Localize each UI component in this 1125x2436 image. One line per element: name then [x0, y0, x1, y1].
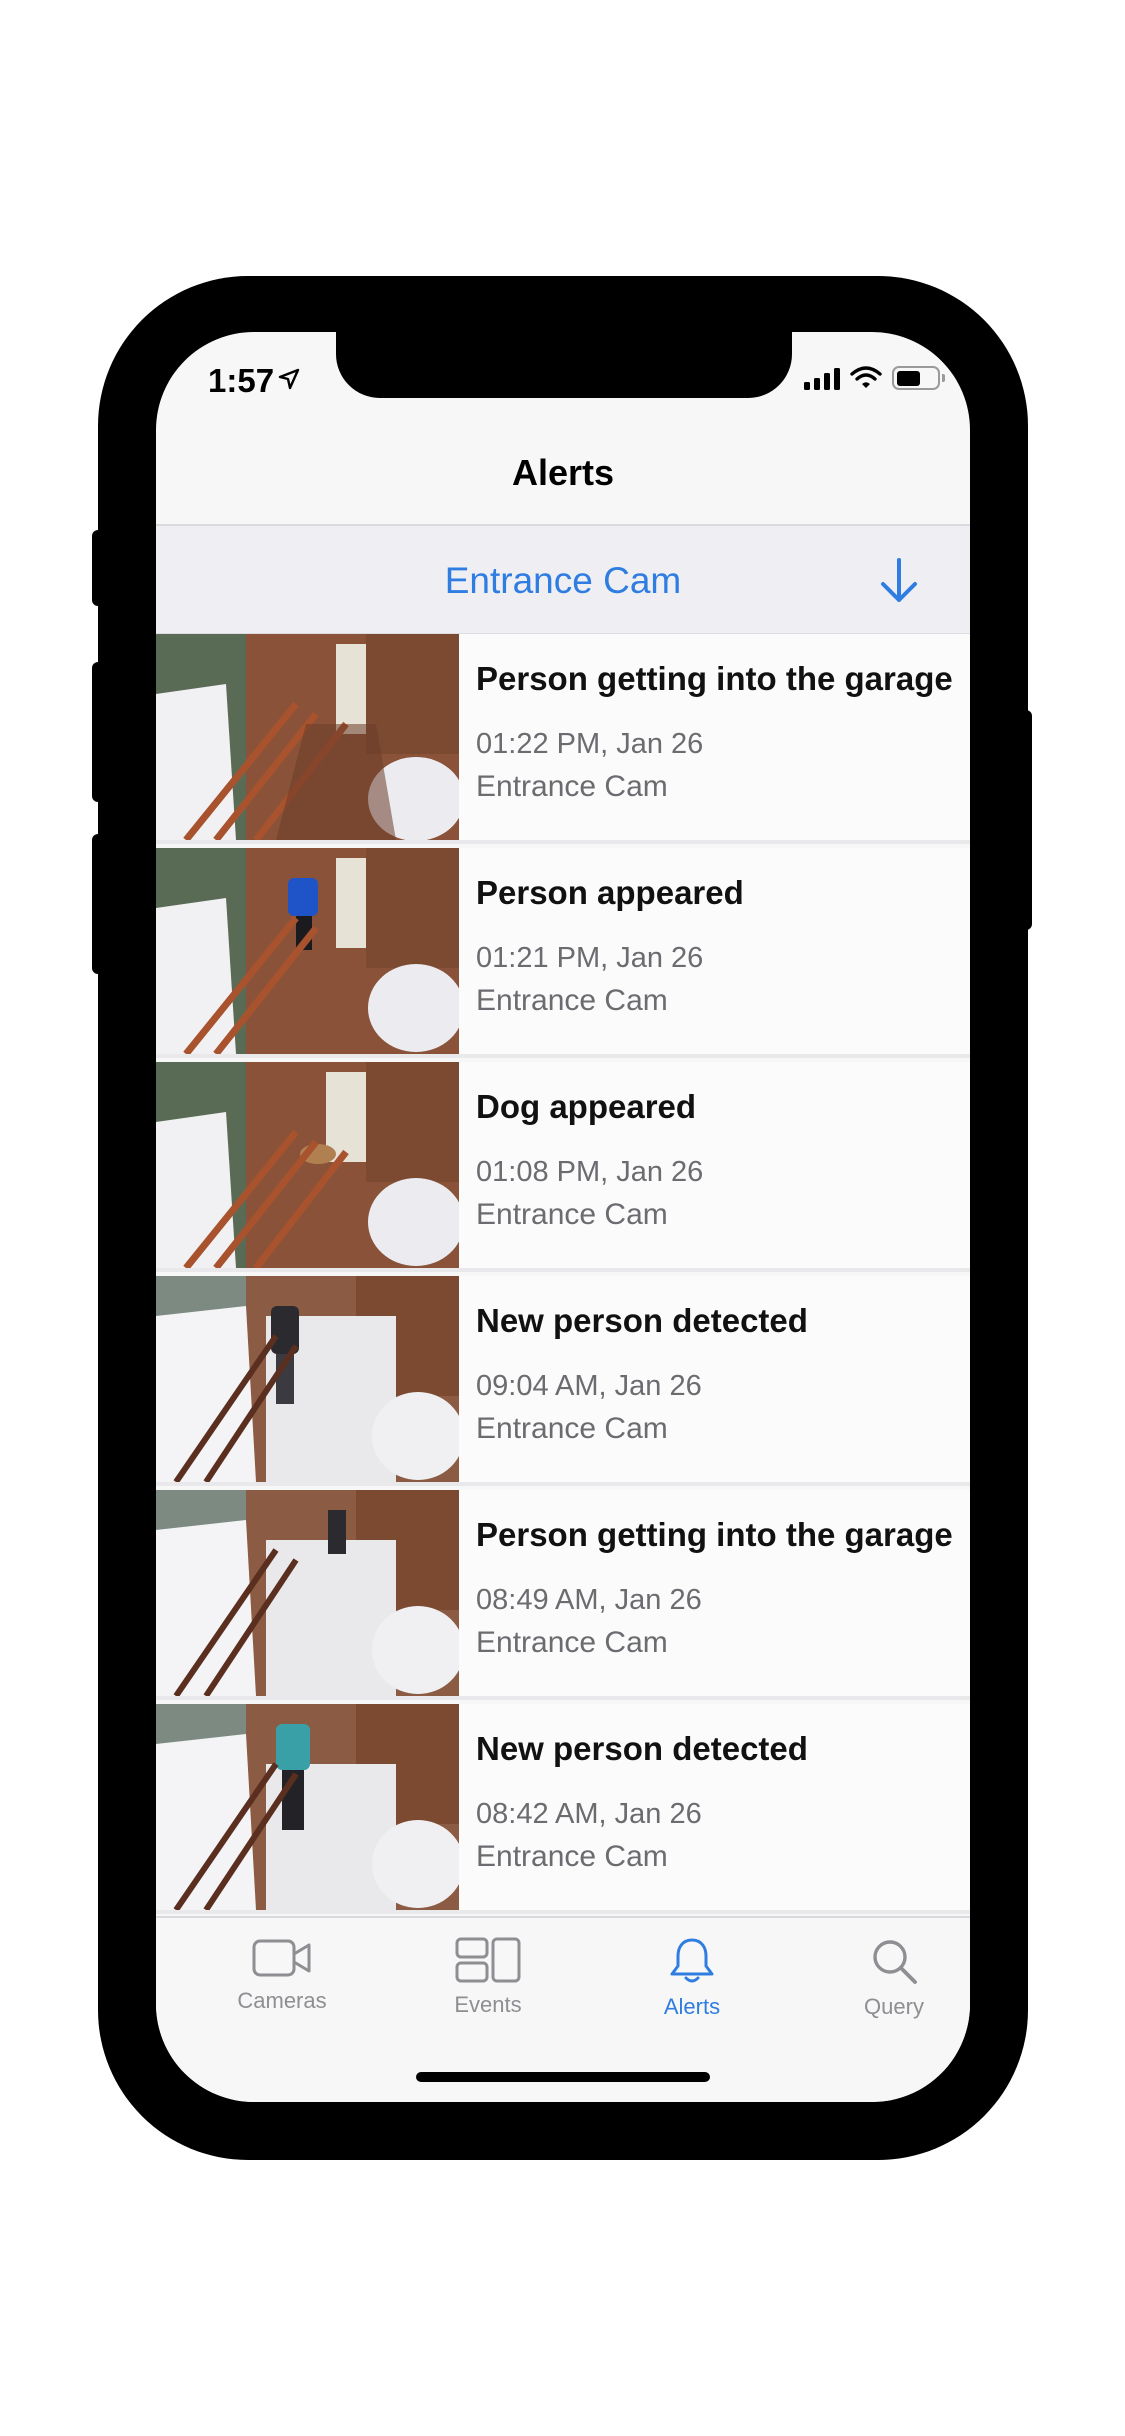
alert-row[interactable]: Person appeared 01:21 PM, Jan 26 Entranc… [156, 848, 970, 1058]
tab-label: Query [864, 1994, 924, 2019]
events-grid-icon [455, 1937, 521, 1983]
phone-screen: 1:57 Alerts Entrance Cam Person getting … [156, 332, 970, 2102]
alert-row[interactable]: New person detected 09:04 AM, Jan 26 Ent… [156, 1276, 970, 1486]
alert-time: 09:04 AM, Jan 26 [476, 1370, 702, 1402]
alert-title: Person appeared [476, 874, 744, 911]
alert-time: 01:21 PM, Jan 26 [476, 942, 704, 974]
alert-title: Person getting into the garage [476, 660, 953, 697]
alert-camera: Entrance Cam [476, 1626, 668, 1659]
alert-time: 01:08 PM, Jan 26 [476, 1156, 704, 1188]
camera-name[interactable]: Entrance Cam [156, 560, 970, 602]
location-arrow-icon [278, 368, 300, 390]
alert-time: 08:49 AM, Jan 26 [476, 1584, 702, 1616]
status-icons [804, 366, 945, 390]
alert-thumbnail [156, 1276, 459, 1482]
alerts-list: Person getting into the garage 01:22 PM,… [156, 634, 970, 1930]
alert-camera: Entrance Cam [476, 1840, 668, 1873]
tab-alerts[interactable]: Alerts [622, 1936, 762, 2020]
home-indicator [416, 2072, 710, 2082]
arrow-down-icon[interactable] [872, 554, 926, 608]
alert-time: 01:22 PM, Jan 26 [476, 728, 704, 760]
alert-thumbnail [156, 634, 459, 840]
alert-thumbnail [156, 1490, 459, 1696]
alert-camera: Entrance Cam [476, 1412, 668, 1445]
camera-header: Entrance Cam [156, 526, 970, 634]
alert-camera: Entrance Cam [476, 984, 668, 1017]
alert-thumbnail [156, 1062, 459, 1268]
notch [336, 332, 792, 398]
alert-title: New person detected [476, 1730, 808, 1767]
alert-title: Dog appeared [476, 1088, 697, 1125]
tab-label: Alerts [663, 1994, 721, 2019]
cellular-signal-icon [804, 366, 840, 390]
alert-row[interactable]: Dog appeared 01:08 PM, Jan 26 Entrance C… [156, 1062, 970, 1272]
bell-icon [670, 1938, 714, 1983]
alert-row[interactable]: Person getting into the garage 01:22 PM,… [156, 634, 970, 844]
status-time: 1:57 [208, 362, 275, 399]
alert-time: 08:42 AM, Jan 26 [476, 1798, 702, 1830]
wifi-icon [850, 366, 882, 388]
tab-label: Events [454, 1992, 522, 2017]
alert-thumbnail [156, 848, 459, 1054]
tab-query[interactable]: Query [824, 1936, 964, 2020]
tab-label: Cameras [237, 1988, 327, 2013]
alert-thumbnail [156, 1704, 459, 1910]
search-icon [873, 1940, 917, 1984]
alert-title: Person getting into the garage [476, 1516, 953, 1553]
alert-title: New person detected [476, 1302, 808, 1339]
video-camera-icon [252, 1939, 311, 1977]
alert-camera: Entrance Cam [476, 770, 668, 803]
battery-icon [892, 366, 945, 390]
alert-row[interactable]: New person detected 08:42 AM, Jan 26 Ent… [156, 1704, 970, 1914]
alert-row[interactable]: Person getting into the garage 08:49 AM,… [156, 1490, 970, 1700]
alert-camera: Entrance Cam [476, 1198, 668, 1231]
page-title: Alerts [511, 452, 615, 493]
tab-events[interactable]: Events [418, 1936, 558, 2018]
tab-cameras[interactable]: Cameras [212, 1936, 352, 2014]
